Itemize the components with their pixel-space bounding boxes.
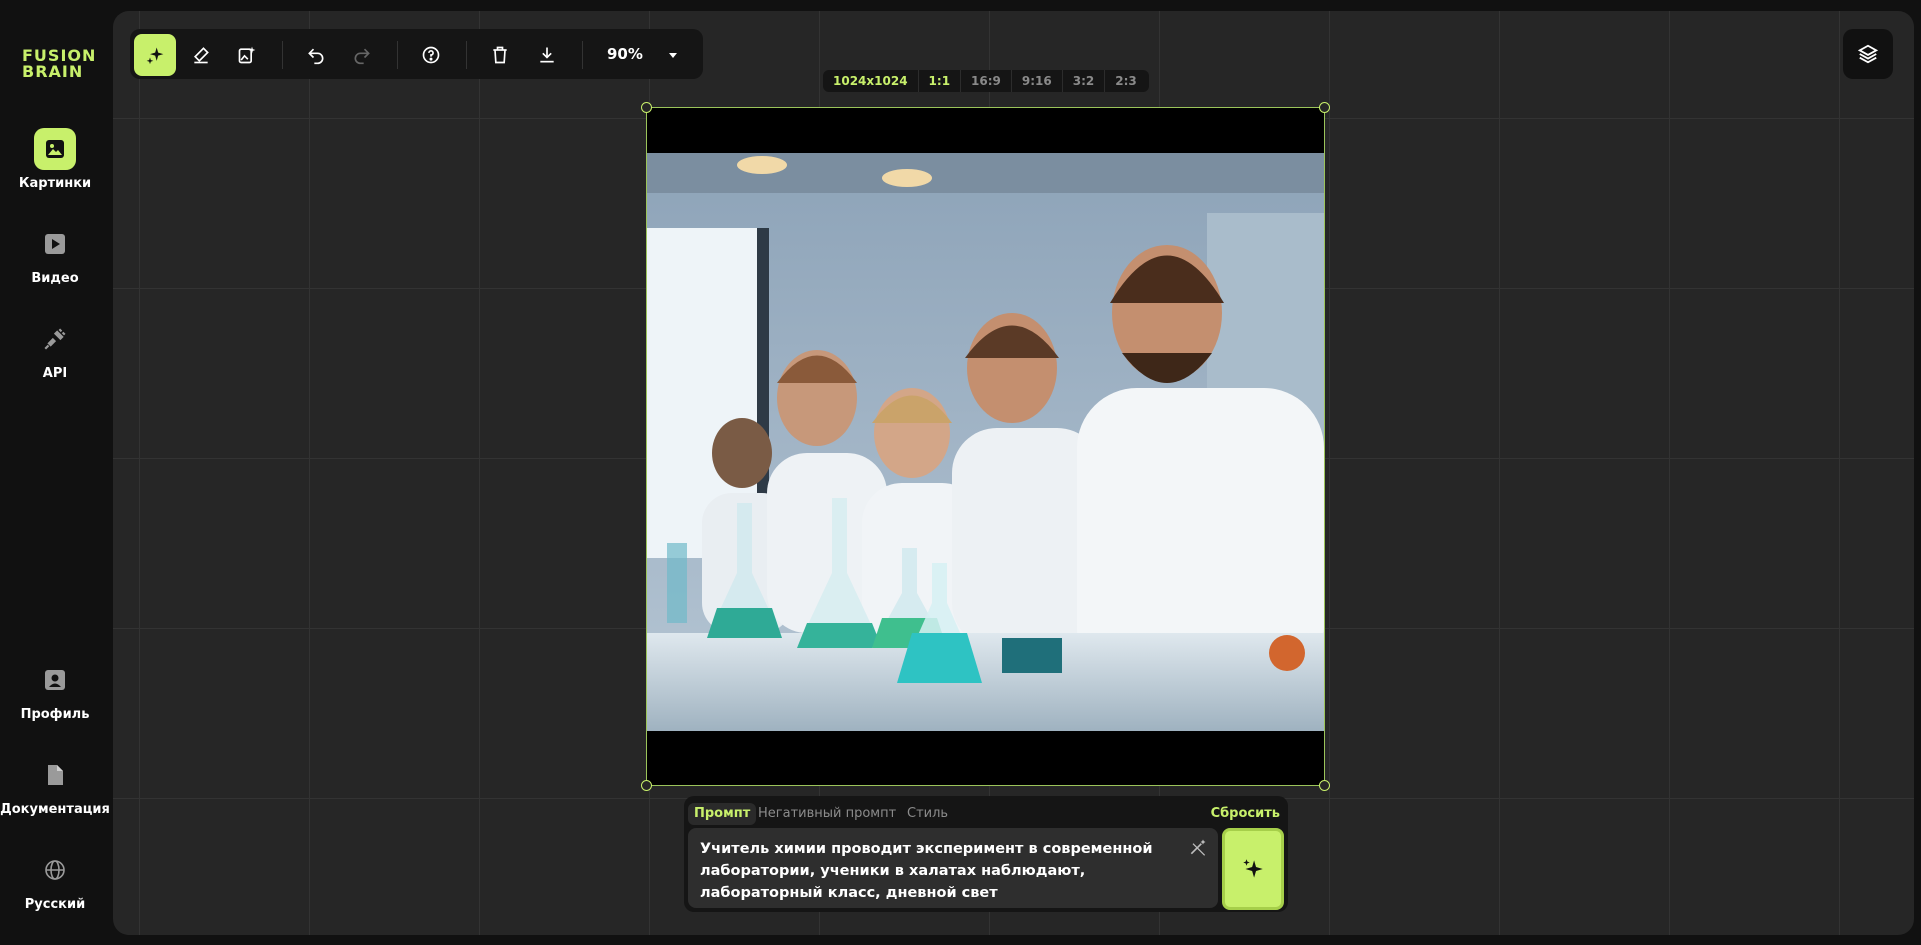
toolbar-divider [282,41,283,69]
generated-image [647,153,1324,731]
generated-image-graphic [647,153,1324,731]
generate-sparkle-icon [146,47,164,65]
undo-icon [308,48,324,65]
ratio-option-1-1[interactable]: 1:1 [919,70,962,92]
resize-handle-bottom-left[interactable] [641,780,652,791]
ratio-option-3-2[interactable]: 3:2 [1063,70,1106,92]
image-icon [34,128,76,170]
sidebar-item-docs[interactable]: Документация [0,754,110,817]
globe-icon [34,849,76,891]
ratio-option-2-3[interactable]: 2:3 [1105,70,1147,92]
sidebar-item-profile[interactable]: Профиль [0,659,110,722]
help-icon [422,46,440,64]
resize-handle-top-left[interactable] [641,102,652,113]
trash-icon [493,46,507,64]
sidebar-item-api[interactable]: API [0,318,110,381]
profile-icon [34,659,76,701]
reset-button[interactable]: Сбросить [1211,803,1280,825]
document-icon [34,754,76,796]
sidebar-item-label: API [42,366,68,381]
plug-icon [34,318,76,360]
sidebar-item-video[interactable]: Видео [0,223,110,286]
prompt-input[interactable]: Учитель химии проводит эксперимент в сов… [688,828,1218,908]
image-edit-tool-button[interactable] [226,34,268,76]
sidebar-item-images[interactable]: Картинки [0,128,110,191]
redo-button[interactable] [341,34,383,76]
layers-button[interactable] [1843,29,1893,79]
tab-prompt[interactable]: Промпт [688,803,757,825]
generate-tool-button[interactable] [134,34,176,76]
video-play-icon [34,223,76,265]
resize-handle-top-right[interactable] [1319,102,1330,113]
ratio-option-16-9[interactable]: 16:9 [961,70,1012,92]
toolbar-divider [582,41,583,69]
ratio-option-9-16[interactable]: 9:16 [1012,70,1063,92]
redo-icon [354,48,370,65]
toolbar: 90% [130,29,703,79]
resize-handle-bottom-right[interactable] [1319,780,1330,791]
help-button[interactable] [410,34,452,76]
undo-button[interactable] [295,34,337,76]
sidebar-item-label: Видео [31,271,79,286]
magic-wand-icon[interactable] [1188,837,1208,857]
image-edit-icon [238,46,256,64]
generate-button[interactable] [1222,828,1284,910]
zoom-level[interactable]: 90% [607,45,643,63]
download-icon [540,47,554,63]
download-button[interactable] [526,34,568,76]
sidebar: FUSION BRAIN Картинки Видео API Профиль … [0,0,112,945]
resolution-label: 1024x1024 [823,70,919,92]
prompt-text: Учитель химии проводит эксперимент в сов… [700,841,1153,901]
eraser-icon [193,47,209,64]
tab-negative-prompt[interactable]: Негативный промпт [758,803,896,825]
sidebar-item-label: Русский [24,897,86,912]
sidebar-item-label: Профиль [20,707,90,722]
prompt-panel: Промпт Негативный промпт Стиль Сбросить … [684,796,1288,912]
eraser-tool-button[interactable] [180,34,222,76]
sidebar-item-language[interactable]: Русский [0,849,110,912]
layers-icon [1857,44,1879,64]
sparkle-icon [1243,859,1263,878]
chevron-down-icon [669,53,677,58]
sidebar-item-label: Картинки [18,176,92,191]
zoom-dropdown-button[interactable] [652,34,694,76]
sidebar-item-label: Документация [0,802,110,817]
logo[interactable]: FUSION BRAIN [22,48,96,80]
toolbar-divider [466,41,467,69]
toolbar-divider [397,41,398,69]
delete-button[interactable] [479,34,521,76]
tab-style[interactable]: Стиль [907,803,948,825]
aspect-ratio-bar: 1024x1024 1:1 16:9 9:16 3:2 2:3 [823,70,1149,92]
